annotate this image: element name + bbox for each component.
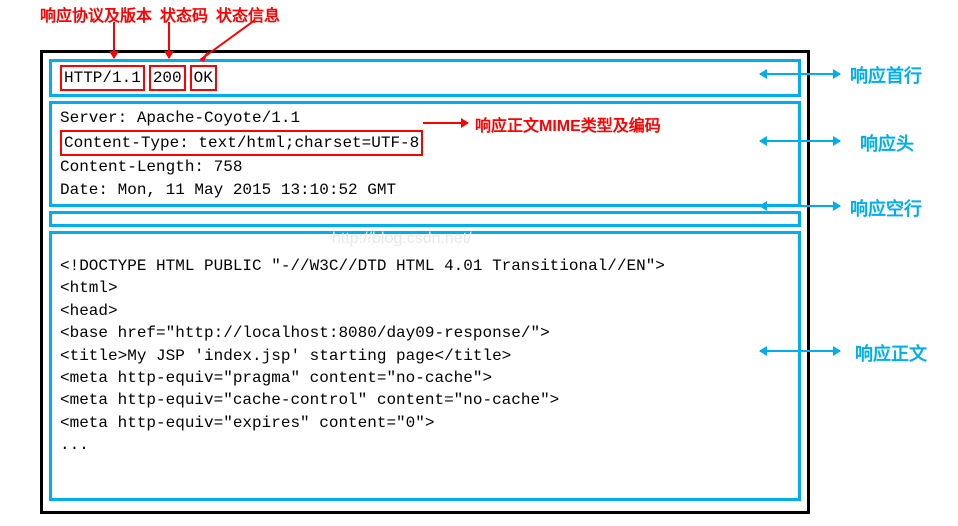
body-line-8: <meta http-equiv="expires" content="0">	[60, 412, 790, 434]
arrow-status-code	[168, 22, 170, 58]
header-date: Date: Mon, 11 May 2015 13:10:52 GMT	[60, 179, 790, 201]
body-line-5: <title>My JSP 'index.jsp' starting page<…	[60, 345, 790, 367]
status-protocol-box: HTTP/1.1	[60, 65, 145, 91]
status-line-section: HTTP/1.1200OK	[49, 59, 801, 97]
label-empty-line-right: 响应空行	[850, 195, 922, 221]
top-annotation-row: 响应协议及版本 状态码 状态信息	[40, 2, 280, 26]
header-content-length: Content-Length: 758	[60, 156, 790, 178]
arrow-body-right	[760, 350, 840, 352]
header-content-type-box: Content-Type: text/html;charset=UTF-8	[60, 130, 423, 156]
body-line-0: <!DOCTYPE HTML PUBLIC "-//W3C//DTD HTML …	[60, 255, 790, 277]
body-section: http://blog.csdn.net/ <!DOCTYPE HTML PUB…	[49, 231, 801, 501]
status-code-box: 200	[149, 65, 186, 91]
arrow-mime	[423, 122, 468, 124]
http-response-container: HTTP/1.1200OK Server: Apache-Coyote/1.1 …	[40, 50, 810, 514]
headers-section: Server: Apache-Coyote/1.1 Content-Type: …	[49, 101, 801, 207]
arrow-headers-right	[760, 140, 840, 142]
label-body-right: 响应正文	[855, 340, 927, 366]
body-line-6: <meta http-equiv="pragma" content="no-ca…	[60, 367, 790, 389]
label-mime: 响应正文MIME类型及编码	[475, 112, 661, 136]
status-msg-box: OK	[190, 65, 217, 91]
arrow-empty-line-right	[760, 205, 840, 207]
body-line-2: <head>	[60, 300, 790, 322]
body-line-9: ...	[60, 434, 790, 456]
body-line-3: <base href="http://localhost:8080/day09-…	[60, 322, 790, 344]
body-line-1: <html>	[60, 277, 790, 299]
header-server: Server: Apache-Coyote/1.1	[60, 107, 790, 129]
arrow-status-line-right	[760, 73, 840, 75]
body-line-7: <meta http-equiv="cache-control" content…	[60, 389, 790, 411]
label-headers-right: 响应头	[860, 130, 914, 156]
label-status-line-right: 响应首行	[850, 62, 922, 88]
label-protocol: 响应协议及版本	[40, 2, 152, 26]
label-status-msg: 状态信息	[216, 2, 280, 26]
arrow-protocol	[113, 22, 115, 58]
empty-line-section	[49, 211, 801, 227]
label-status-code: 状态码	[160, 2, 208, 26]
